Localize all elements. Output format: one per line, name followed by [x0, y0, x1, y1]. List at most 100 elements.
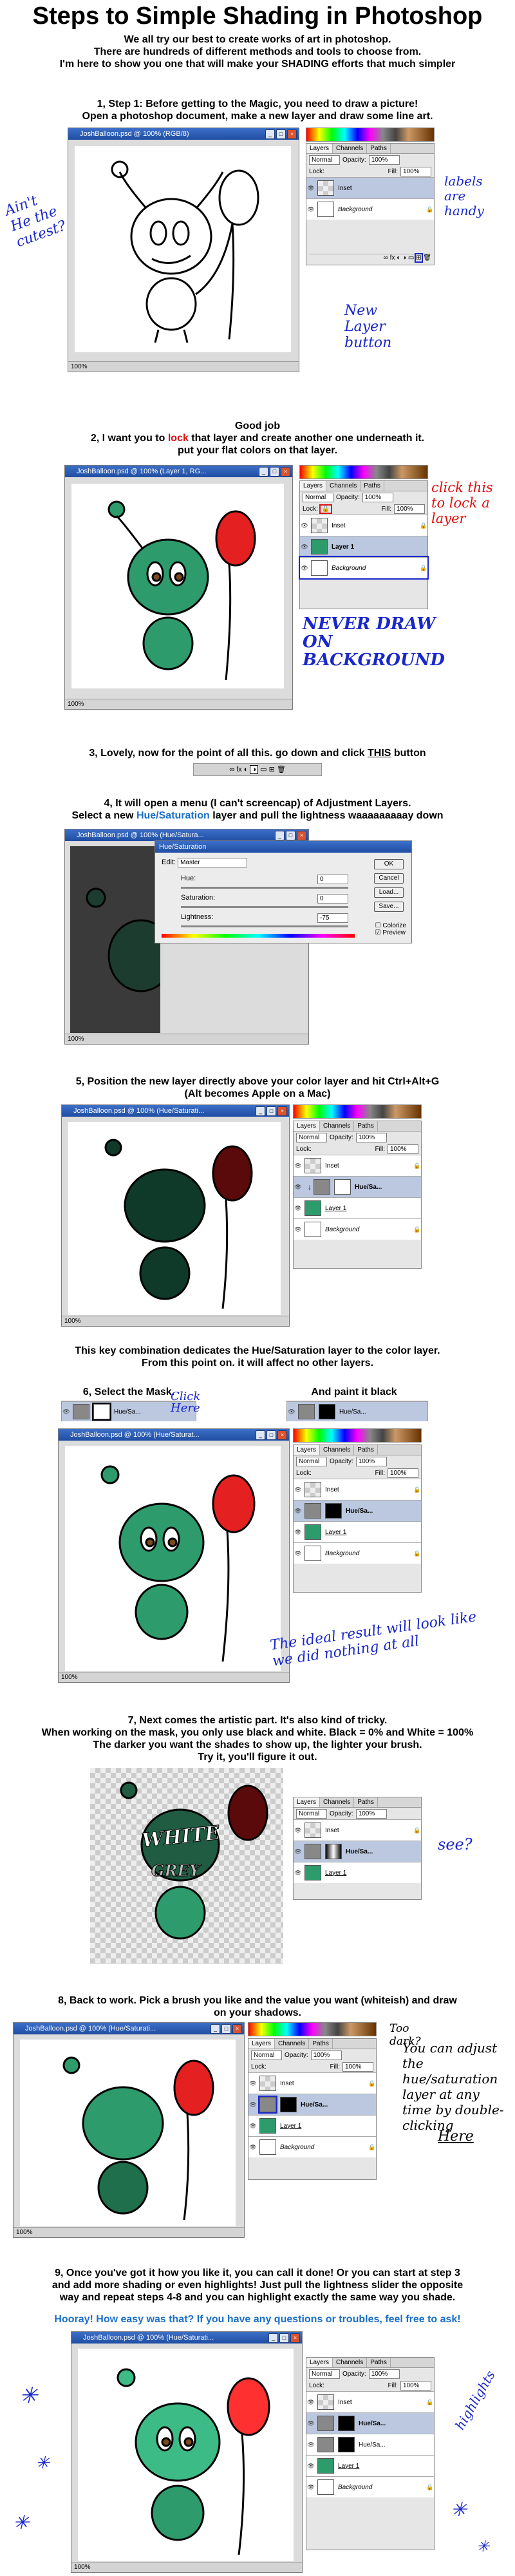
maximize-button[interactable]: □ — [267, 1430, 276, 1440]
minimize-button[interactable]: _ — [256, 1106, 265, 1116]
maximize-button[interactable]: □ — [279, 2333, 289, 2343]
layer-row[interactable]: 👁 Inset 🔒 — [294, 1479, 421, 1500]
close-button[interactable]: × — [297, 831, 306, 840]
lightness-slider[interactable] — [181, 925, 348, 927]
link-icon[interactable]: ∞ — [384, 254, 388, 261]
tab-layers[interactable]: Layers — [300, 481, 327, 491]
preview-checkbox[interactable]: ☑ — [375, 929, 381, 936]
layer-row[interactable]: 👁 Hue/Sa... — [248, 2094, 376, 2115]
layer-row[interactable]: 👁 Hue/Sa... — [294, 1841, 421, 1862]
close-button[interactable]: × — [281, 467, 290, 477]
eye-icon[interactable]: 👁 — [294, 1184, 303, 1191]
layer-row-crop-black[interactable]: 👁 Hue/Sa... — [286, 1401, 428, 1421]
cancel-button[interactable]: Cancel — [374, 873, 404, 884]
eye-icon[interactable]: 👁 — [300, 544, 309, 551]
opacity-field[interactable]: 100% — [362, 492, 393, 502]
layer-row[interactable]: 👁 Inset 🔒 — [300, 515, 427, 536]
eye-icon[interactable]: 👁 — [294, 1226, 303, 1233]
eye-icon[interactable]: 👁 — [306, 185, 315, 192]
layer-row[interactable]: 👁 Background 🔒 — [306, 2476, 434, 2497]
maximize-button[interactable]: □ — [267, 1106, 276, 1116]
minimize-button[interactable]: _ — [275, 831, 285, 840]
close-button[interactable]: × — [277, 1430, 287, 1440]
layer-row[interactable]: 👁 Layer 1 — [306, 2455, 434, 2476]
save-button[interactable]: Save... — [374, 902, 404, 912]
layer-row[interactable]: 👁 Inset 🔒 — [248, 2072, 376, 2094]
layer-row[interactable]: 👁 Background 🔒 — [248, 2136, 376, 2157]
canvas[interactable] — [65, 1446, 281, 1671]
blend-mode-select[interactable]: Normal — [303, 492, 333, 502]
canvas[interactable] — [78, 2349, 294, 2561]
close-button[interactable]: × — [232, 2024, 242, 2034]
maximize-button[interactable]: □ — [270, 467, 279, 477]
layer-row[interactable]: 👁 ↓ Hue/Sa... — [294, 1176, 421, 1197]
tab-paths[interactable]: Paths — [367, 144, 391, 153]
layer-row[interactable]: 👁 Layer 1 — [294, 1197, 421, 1218]
hue-field[interactable]: 0 — [317, 875, 348, 884]
fill-field[interactable]: 100% — [400, 166, 431, 176]
canvas[interactable] — [71, 484, 284, 688]
layer-row[interactable]: 👁 Layer 1 — [294, 1862, 421, 1883]
close-button[interactable]: × — [277, 1106, 287, 1116]
fx-icon[interactable]: fx — [390, 254, 395, 261]
lock-all-icon[interactable]: 🔒 — [319, 504, 333, 514]
eye-icon[interactable]: 👁 — [300, 565, 309, 572]
layer-row[interactable]: 👁 Inset 🔒 — [306, 2391, 434, 2412]
load-button[interactable]: Load... — [374, 887, 404, 898]
layer-row[interactable]: 👁 Hue/Sa... — [294, 1500, 421, 1521]
blend-mode-select[interactable]: Normal — [309, 155, 340, 165]
layer-row[interactable]: 👁 Background 🔒 — [294, 1542, 421, 1564]
fill-field[interactable]: 100% — [394, 504, 425, 514]
tab-layers[interactable]: Layers — [306, 144, 333, 153]
minimize-button[interactable]: _ — [259, 467, 268, 477]
layer-row[interactable]: 👁 Layer 1 — [248, 2115, 376, 2136]
maximize-button[interactable]: □ — [221, 2024, 231, 2034]
eye-icon[interactable]: 👁 — [294, 1205, 303, 1212]
close-button[interactable]: × — [287, 129, 297, 139]
layer-row[interactable]: 👁 Layer 1 — [300, 536, 427, 557]
layer-row[interactable]: 👁 Background 🔒 — [294, 1218, 421, 1240]
swatches-panel[interactable] — [248, 2022, 377, 2036]
layer-row[interactable]: 👁 Inset — [306, 177, 434, 198]
canvas-darkened[interactable] — [70, 846, 174, 1033]
adjustment-thumbnail[interactable] — [258, 2096, 277, 2114]
edit-select[interactable]: Master — [178, 858, 248, 867]
swatches-panel[interactable] — [306, 128, 435, 142]
hue-slider[interactable] — [181, 887, 348, 889]
layer-row[interactable]: 👁 Inset 🔒 — [294, 1819, 421, 1841]
eye-icon[interactable]: 👁 — [294, 1162, 303, 1170]
minimize-button[interactable]: _ — [268, 2333, 278, 2343]
mask-icon[interactable]: ◐ — [397, 254, 400, 261]
opacity-field[interactable]: 100% — [368, 155, 400, 165]
maximize-button[interactable]: □ — [286, 831, 295, 840]
canvas[interactable] — [75, 146, 291, 352]
minimize-button[interactable]: _ — [211, 2024, 220, 2034]
tab-channels[interactable]: Channels — [333, 144, 368, 153]
lightness-field[interactable]: -75 — [317, 913, 348, 923]
layer-row[interactable]: 👁 Hue/Sa... — [306, 2434, 434, 2455]
adjustment-layer-icon[interactable]: ◑ — [250, 765, 259, 774]
maximize-button[interactable]: □ — [276, 129, 286, 139]
swatches-panel[interactable] — [293, 1104, 422, 1119]
layer-row[interactable]: 👁 Inset 🔒 — [294, 1155, 421, 1176]
canvas[interactable] — [68, 1122, 281, 1315]
adjustment-layer-icon[interactable]: ◑ — [402, 254, 406, 261]
layer-row[interactable]: 👁 Hue/Sa... — [306, 2412, 434, 2434]
mask-preview-canvas[interactable]: WHITE GREY — [90, 1768, 283, 1964]
tab-channels[interactable]: Channels — [326, 481, 361, 491]
tab-paths[interactable]: Paths — [360, 481, 384, 491]
canvas[interactable] — [20, 2040, 236, 2226]
swatches-panel[interactable] — [293, 1428, 422, 1443]
ok-button[interactable]: OK — [374, 859, 404, 869]
layer-row-background[interactable]: 👁 Background 🔒 — [299, 556, 429, 580]
eye-icon[interactable]: 👁 — [306, 206, 315, 213]
saturation-slider[interactable] — [181, 906, 348, 908]
minimize-button[interactable]: _ — [265, 129, 275, 139]
layer-row[interactable]: 👁 Background 🔒 — [306, 198, 434, 220]
new-layer-icon[interactable]: ⊞ — [415, 253, 423, 263]
swatches-panel[interactable] — [299, 465, 428, 479]
eye-icon[interactable]: 👁 — [300, 522, 309, 529]
minimize-button[interactable]: _ — [256, 1430, 265, 1440]
group-icon[interactable]: ▭ — [408, 254, 414, 261]
close-button[interactable]: × — [290, 2333, 300, 2343]
